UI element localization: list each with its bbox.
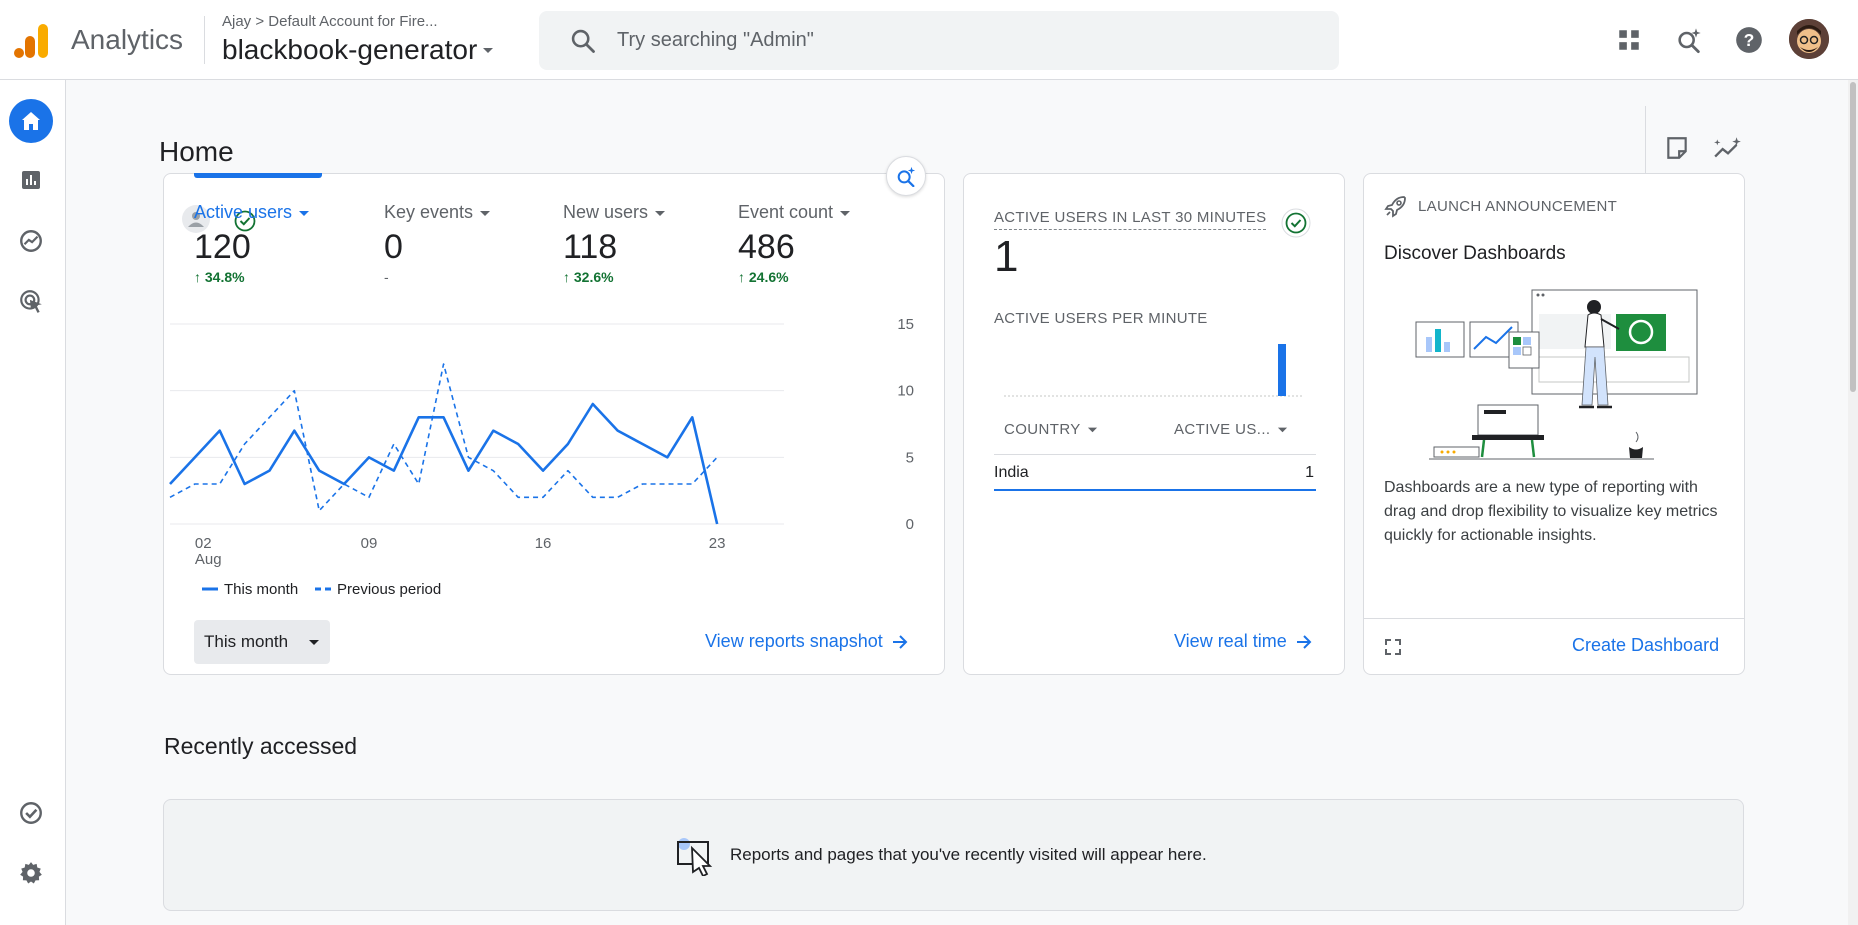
caret-down-icon bbox=[1087, 427, 1097, 433]
recently-accessed-title: Recently accessed bbox=[164, 733, 358, 759]
search-bar[interactable] bbox=[539, 11, 1339, 70]
realtime-card: ACTIVE USERS IN LAST 30 MINUTES 1 ACTIVE… bbox=[963, 173, 1345, 675]
x-tick-label: 02 bbox=[195, 535, 212, 552]
header-divider bbox=[204, 16, 205, 64]
trend-line-chart: 15 10 5 0 02Aug 09 16 23 This month Previous peri… bbox=[169, 316, 914, 598]
top-bar: Analytics Ajay > Default Account for Fir… bbox=[0, 0, 1858, 80]
realtime-title[interactable]: ACTIVE USERS IN LAST 30 MINUTES bbox=[994, 209, 1267, 230]
rocket-icon bbox=[1384, 196, 1406, 218]
recently-accessed-empty-state: Reports and pages that you've recently v… bbox=[163, 799, 1744, 911]
breadcrumb[interactable]: Ajay > Default Account for Fire... bbox=[222, 13, 438, 30]
x-tick-label: 09 bbox=[361, 535, 378, 552]
y-tick-label: 0 bbox=[906, 516, 914, 533]
create-dashboard-label: Create Dashboard bbox=[1572, 635, 1720, 655]
x-sub-label: Aug bbox=[195, 551, 222, 568]
y-tick-label: 5 bbox=[906, 449, 914, 466]
check-circle-icon bbox=[20, 802, 42, 824]
settings-gear-icon bbox=[20, 862, 42, 884]
legend-label: This month bbox=[224, 581, 298, 598]
search-input[interactable] bbox=[617, 21, 1317, 59]
x-tick-label: 23 bbox=[709, 535, 726, 552]
caret-down-icon bbox=[1277, 427, 1287, 433]
nav-advertising[interactable] bbox=[9, 279, 53, 323]
launch-label: LAUNCH ANNOUNCEMENT bbox=[1418, 197, 1618, 215]
view-reports-label: View reports snapshot bbox=[705, 631, 883, 651]
breadcrumb-account: Ajay bbox=[222, 13, 252, 30]
analytics-logo-icon[interactable] bbox=[14, 22, 50, 58]
bar-chart-icon bbox=[22, 171, 40, 189]
active-users-column-header[interactable]: ACTIVE US... bbox=[1174, 421, 1288, 438]
row-bar bbox=[994, 489, 1316, 491]
svg-text:?: ? bbox=[1744, 30, 1755, 50]
nav-admin[interactable] bbox=[9, 851, 53, 895]
nav-configure[interactable] bbox=[9, 791, 53, 835]
launch-body: Dashboards are a new type of reporting w… bbox=[1384, 479, 1718, 544]
country-header-label: COUNTRY bbox=[1004, 421, 1081, 438]
recently-accessed-empty-text: Reports and pages that you've recently v… bbox=[730, 845, 1207, 864]
dashboard-illustration bbox=[1415, 289, 1698, 460]
active-header-label: ACTIVE US... bbox=[1174, 421, 1271, 438]
insights-sparkle-icon[interactable] bbox=[1712, 132, 1744, 164]
app-name: Analytics bbox=[71, 24, 184, 55]
scrollbar-thumb[interactable] bbox=[1850, 82, 1856, 392]
property-name: blackbook-generator bbox=[222, 34, 478, 65]
arrow-right-icon bbox=[892, 634, 908, 649]
row-value: 1 bbox=[1305, 464, 1314, 481]
left-nav-rail bbox=[0, 80, 66, 925]
legend-label: Previous period bbox=[337, 581, 441, 598]
search-insights-icon[interactable] bbox=[1671, 22, 1707, 58]
arrow-right-icon bbox=[1296, 634, 1312, 649]
launch-title: Discover Dashboards bbox=[1384, 243, 1566, 264]
card-footer-divider bbox=[1364, 618, 1744, 619]
per-minute-title: ACTIVE USERS PER MINUTE bbox=[994, 310, 1208, 327]
notes-icon[interactable] bbox=[1661, 132, 1693, 164]
date-range-selector[interactable]: This month bbox=[194, 620, 330, 664]
caret-down-icon bbox=[483, 48, 494, 53]
help-icon[interactable]: ? bbox=[1731, 22, 1767, 58]
page-title: Home bbox=[159, 136, 234, 167]
fullscreen-expand-icon[interactable] bbox=[1384, 638, 1402, 656]
series-line-this-month bbox=[169, 402, 719, 525]
nav-reports[interactable] bbox=[9, 158, 53, 202]
view-realtime-label: View real time bbox=[1174, 631, 1287, 651]
per-minute-bar bbox=[1278, 344, 1286, 396]
row-country: India bbox=[994, 464, 1029, 481]
date-range-label: This month bbox=[204, 632, 289, 651]
cursor-window-icon bbox=[677, 838, 713, 876]
per-minute-bar-chart bbox=[1004, 344, 1304, 397]
nav-explore[interactable] bbox=[9, 219, 53, 263]
launch-announcement-card: LAUNCH ANNOUNCEMENT Discover Dashboards … bbox=[1363, 173, 1745, 675]
page-scrollbar[interactable] bbox=[1848, 80, 1858, 925]
search-icon bbox=[571, 29, 595, 53]
verified-check-icon bbox=[1281, 208, 1311, 238]
explore-icon bbox=[20, 230, 42, 252]
home-icon bbox=[22, 112, 40, 130]
property-selector[interactable]: blackbook-generator bbox=[222, 34, 495, 66]
realtime-value: 1 bbox=[994, 232, 1019, 281]
account-avatar[interactable] bbox=[1789, 19, 1829, 59]
breadcrumb-default-account: Default Account for Fire... bbox=[268, 13, 438, 30]
y-tick-label: 10 bbox=[897, 383, 914, 400]
view-realtime-link[interactable]: View real time bbox=[1174, 631, 1313, 652]
caret-down-icon bbox=[309, 640, 319, 645]
series-line-previous-period bbox=[169, 363, 718, 512]
y-tick-label: 15 bbox=[897, 316, 914, 333]
create-dashboard-link[interactable]: Create Dashboard bbox=[1572, 635, 1719, 656]
overview-card: Active users 120 ↑ 34.8% Key events 0 - … bbox=[163, 156, 945, 675]
breadcrumb-separator: > bbox=[255, 13, 265, 30]
x-tick-label: 16 bbox=[535, 535, 552, 552]
view-reports-snapshot-link[interactable]: View reports snapshot bbox=[705, 631, 909, 652]
advertising-target-icon bbox=[20, 290, 42, 313]
nav-home[interactable] bbox=[9, 99, 53, 143]
table-row[interactable]: India 1 bbox=[994, 455, 1316, 491]
apps-grid-icon[interactable] bbox=[1611, 22, 1647, 58]
country-column-header[interactable]: COUNTRY bbox=[1004, 421, 1098, 438]
